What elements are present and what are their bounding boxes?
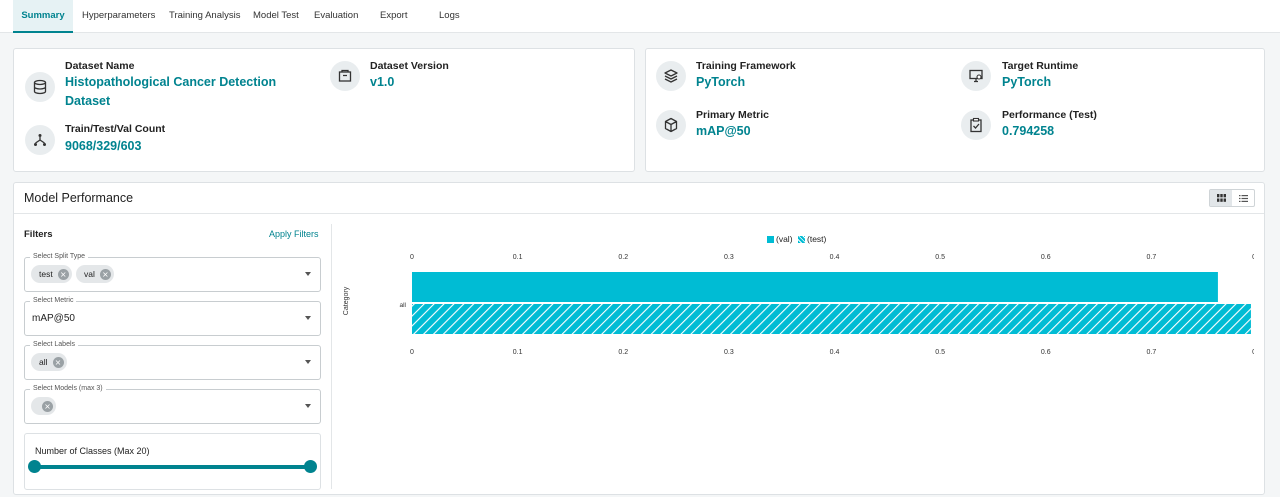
split-icon xyxy=(25,125,55,155)
dataset-version-label: Dataset Version xyxy=(370,60,449,72)
performance-title: Model Performance xyxy=(24,191,134,205)
x-tick-top-8: 0.8 xyxy=(1252,254,1254,261)
split-type-label: Select Split Type xyxy=(30,253,89,260)
x-tick-bottom-3: 0.3 xyxy=(724,349,734,356)
models-select[interactable]: Select Models (max 3) × xyxy=(24,385,321,424)
bar-chart-svg: Category 0 0 0.1 0.1 0.2 0.2 0.3 0.3 0.4 0.4 0.5 0.… xyxy=(343,254,1262,356)
chip-val: val × xyxy=(76,265,114,283)
tab-logs[interactable]: Logs xyxy=(439,0,460,33)
dataset-name-label: Dataset Name xyxy=(65,60,135,72)
x-tick-top-4: 0.4 xyxy=(830,254,840,261)
chip-all: all × xyxy=(31,353,67,371)
panel-divider xyxy=(331,224,332,489)
tab-training-analysis[interactable]: Training Analysis xyxy=(169,0,240,33)
y-axis-label: Category xyxy=(343,286,350,315)
x-tick-bottom-1: 0.1 xyxy=(513,349,523,356)
metric-select-value: mAP@50 xyxy=(32,313,75,324)
dataset-version-value: v1.0 xyxy=(370,75,395,89)
layers-icon xyxy=(656,61,686,91)
chip-model: × xyxy=(31,397,56,415)
x-tick-top-1: 0.1 xyxy=(513,254,523,261)
x-tick-top-3: 0.3 xyxy=(724,254,734,261)
tab-bar: Summary Hyperparameters Training Analysi… xyxy=(0,0,1280,33)
chevron-down-icon[interactable] xyxy=(305,404,311,408)
dataset-info-card: Dataset Name Histopathological Cancer De… xyxy=(13,48,635,172)
model-info-card: Training Framework PyTorch Target Runtim… xyxy=(645,48,1265,172)
dataset-name-line1: Histopathological Cancer Detection xyxy=(65,75,277,89)
x-tick-top-0: 0 xyxy=(410,254,414,261)
x-tick-top-5: 0.5 xyxy=(935,254,945,261)
x-tick-top-7: 0.7 xyxy=(1147,254,1157,261)
x-tick-bottom-8: 0.8 xyxy=(1252,349,1254,356)
split-type-select[interactable]: Select Split Type test × val × xyxy=(24,253,321,292)
category-label-all: all xyxy=(399,302,406,309)
performance-value: 0.794258 xyxy=(1002,124,1055,138)
metric-label: Primary Metric xyxy=(696,109,769,121)
classes-slider-box: Number of Classes (Max 20) xyxy=(24,433,321,490)
runtime-value: PyTorch xyxy=(1002,75,1052,89)
x-tick-bottom-7: 0.7 xyxy=(1147,349,1157,356)
metric-value: mAP@50 xyxy=(696,124,751,138)
list-icon[interactable] xyxy=(1232,190,1254,206)
legend-swatch-test xyxy=(798,236,805,243)
cube-icon xyxy=(656,110,686,140)
chevron-down-icon[interactable] xyxy=(305,272,311,276)
labels-select-label: Select Labels xyxy=(30,341,79,348)
slider-max-thumb[interactable] xyxy=(304,460,317,473)
database-icon xyxy=(25,72,55,102)
model-performance-panel: Model Performance Filters Apply Filters … xyxy=(13,182,1265,495)
x-tick-top-2: 0.2 xyxy=(618,254,628,261)
apply-filters-button[interactable]: Apply Filters xyxy=(269,229,319,239)
legend-test[interactable]: (test) xyxy=(807,234,826,244)
x-tick-top-6: 0.6 xyxy=(1041,254,1051,261)
performance-header: Model Performance xyxy=(14,183,1264,214)
dataset-name-value: Histopathological Cancer Detection Datas… xyxy=(65,73,276,111)
classes-slider-label: Number of Classes (Max 20) xyxy=(35,446,150,456)
filters-title: Filters xyxy=(24,229,53,240)
tab-hyperparameters[interactable]: Hyperparameters xyxy=(82,0,155,33)
x-tick-bottom-0: 0 xyxy=(410,349,414,356)
framework-label: Training Framework xyxy=(696,60,796,72)
legend-val[interactable]: (val) xyxy=(776,234,793,244)
chip-test: test × xyxy=(31,265,72,283)
x-tick-bottom-4: 0.4 xyxy=(830,349,840,356)
view-toggle xyxy=(1209,189,1255,207)
metric-select[interactable]: Select Metric mAP@50 xyxy=(24,297,321,336)
chip-remove-icon[interactable]: × xyxy=(52,356,64,368)
labels-select[interactable]: Select Labels all × xyxy=(24,341,321,380)
bar-val-all[interactable] xyxy=(412,272,1218,302)
slider-min-thumb[interactable] xyxy=(28,460,41,473)
grid-icon[interactable] xyxy=(1210,190,1232,206)
count-label: Train/Test/Val Count xyxy=(65,123,166,135)
models-select-label: Select Models (max 3) xyxy=(30,385,106,392)
framework-value: PyTorch xyxy=(696,75,746,89)
x-tick-bottom-2: 0.2 xyxy=(618,349,628,356)
clipboard-check-icon xyxy=(961,110,991,140)
metric-select-label: Select Metric xyxy=(30,297,77,304)
classes-slider-track[interactable] xyxy=(35,465,310,469)
chip-all-label: all xyxy=(39,357,48,367)
legend-swatch-val xyxy=(767,236,774,243)
chip-remove-icon[interactable]: × xyxy=(99,268,111,280)
tab-evaluation[interactable]: Evaluation xyxy=(314,0,358,33)
performance-label: Performance (Test) xyxy=(1002,109,1097,121)
chip-remove-icon[interactable]: × xyxy=(57,268,69,280)
dataset-name-line2: Dataset xyxy=(65,94,111,108)
chevron-down-icon[interactable] xyxy=(305,360,311,364)
chip-val-label: val xyxy=(84,269,95,279)
chip-remove-icon[interactable]: × xyxy=(42,400,53,412)
x-tick-bottom-6: 0.6 xyxy=(1041,349,1051,356)
tab-model-test[interactable]: Model Test xyxy=(253,0,299,33)
archive-icon xyxy=(330,61,360,91)
runtime-label: Target Runtime xyxy=(1002,60,1079,72)
x-tick-bottom-5: 0.5 xyxy=(935,349,945,356)
performance-chart: (val) (test) Category 0 0 0.1 0.1 0.2 0.2 0.3 0… xyxy=(334,225,1262,370)
chip-test-label: test xyxy=(39,269,53,279)
count-value: 9068/329/603 xyxy=(65,139,142,153)
bar-test-all[interactable] xyxy=(412,304,1251,334)
chevron-down-icon[interactable] xyxy=(305,316,311,320)
monitor-settings-icon xyxy=(961,61,991,91)
tab-summary[interactable]: Summary xyxy=(13,0,73,33)
tab-export[interactable]: Export xyxy=(380,0,407,33)
